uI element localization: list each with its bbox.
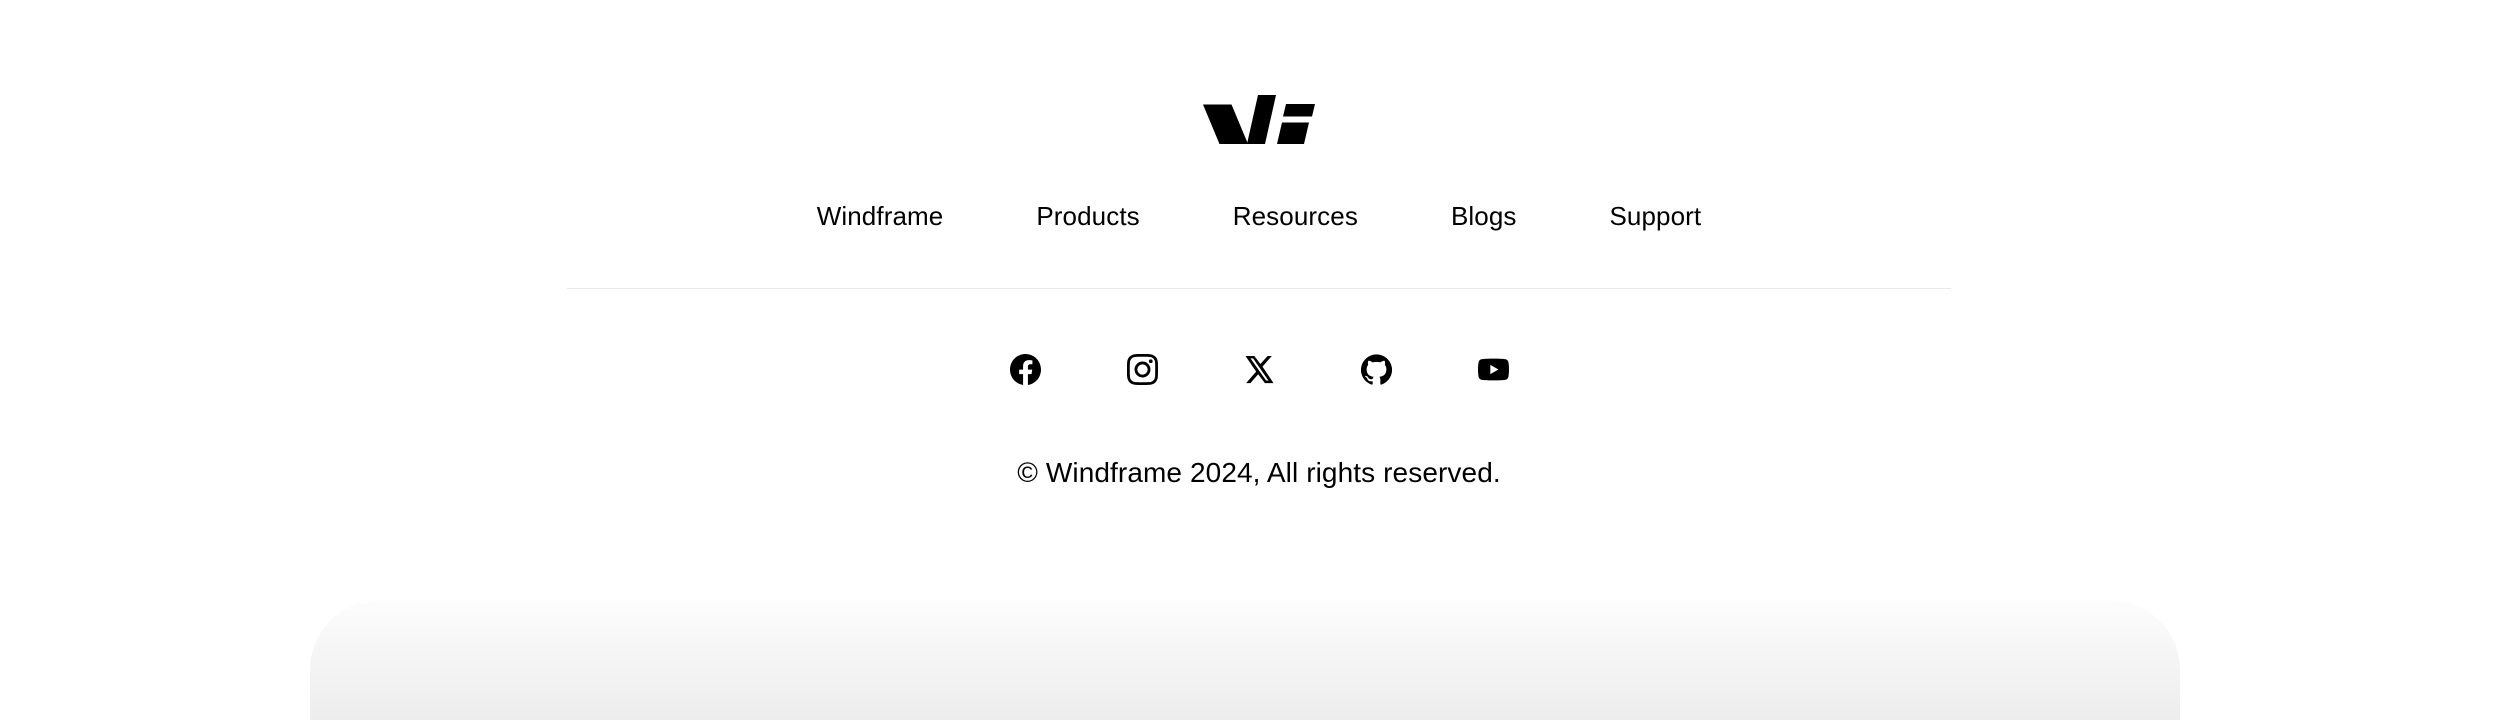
next-section-peek-panel bbox=[310, 600, 2180, 720]
nav-link-blogs[interactable]: Blogs bbox=[1451, 201, 1517, 231]
social-link-github[interactable] bbox=[1360, 353, 1392, 385]
footer-divider-wrap bbox=[0, 288, 2518, 289]
nav-link-support[interactable]: Support bbox=[1609, 201, 1701, 231]
instagram-icon bbox=[1126, 353, 1158, 385]
brand-logo-link[interactable] bbox=[1203, 95, 1315, 144]
social-link-facebook[interactable] bbox=[1009, 353, 1041, 385]
nav-link-products[interactable]: Products bbox=[1036, 201, 1139, 231]
windframe-logo bbox=[1203, 95, 1315, 144]
facebook-icon bbox=[1009, 353, 1041, 385]
github-icon bbox=[1360, 353, 1392, 385]
x-twitter-icon bbox=[1245, 355, 1273, 383]
site-footer: Windframe Products Resources Blogs Suppo… bbox=[0, 0, 2518, 490]
nav-link-windframe[interactable]: Windframe bbox=[817, 201, 944, 231]
social-link-instagram[interactable] bbox=[1126, 353, 1158, 385]
social-link-youtube[interactable] bbox=[1477, 354, 1509, 385]
youtube-icon bbox=[1477, 358, 1509, 380]
nav-link-resources[interactable]: Resources bbox=[1233, 201, 1358, 231]
copyright-text: © Windframe 2024, All rights reserved. bbox=[1017, 457, 1501, 488]
social-link-x[interactable] bbox=[1244, 354, 1275, 385]
social-links-row bbox=[0, 353, 2518, 385]
footer-divider bbox=[567, 288, 1951, 289]
brand-logo-row bbox=[0, 95, 2518, 145]
footer-nav: Windframe Products Resources Blogs Suppo… bbox=[0, 201, 2518, 231]
